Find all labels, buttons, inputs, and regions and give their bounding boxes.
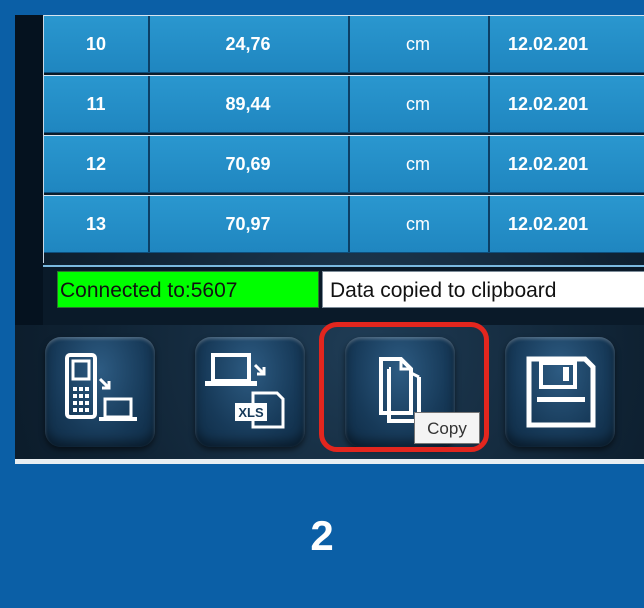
export-xls-button[interactable]: XLS — [195, 337, 305, 447]
row-unit: cm — [348, 16, 490, 72]
step-number: 2 — [310, 512, 334, 559]
row-value: 70,69 — [148, 136, 350, 192]
table-row[interactable]: 13 70,97 cm 12.02.201 — [44, 195, 644, 253]
row-unit: cm — [348, 136, 490, 192]
row-value: 70,97 — [148, 196, 350, 252]
connection-status: Connected to:5607 — [57, 271, 319, 308]
device-to-laptop-icon — [65, 353, 137, 421]
svg-text:XLS: XLS — [238, 405, 264, 420]
row-date: 12.02.201 — [508, 214, 589, 234]
copy-tooltip: Copy — [414, 412, 480, 444]
measurement-table: 10 24,76 cm 12.02.201 11 89,44 cm 12.02.… — [43, 15, 644, 263]
table-row[interactable]: 12 70,69 cm 12.02.201 — [44, 135, 644, 193]
row-date: 12.02.201 — [508, 94, 589, 114]
save-icon — [526, 356, 596, 428]
row-id: 13 — [44, 196, 150, 252]
row-value: 24,76 — [148, 16, 350, 72]
table-row[interactable]: 11 89,44 cm 12.02.201 — [44, 75, 644, 133]
status-bar: Connected to:5607 Data copied to clipboa… — [43, 265, 644, 325]
row-value: 89,44 — [148, 76, 350, 132]
table-row[interactable]: 10 24,76 cm 12.02.201 — [44, 15, 644, 73]
row-date: 12.02.201 — [508, 34, 589, 54]
row-date: 12.02.201 — [508, 154, 589, 174]
row-unit: cm — [348, 196, 490, 252]
laptop-to-xls-icon: XLS — [205, 353, 285, 429]
row-id: 11 — [44, 76, 150, 132]
save-button[interactable] — [505, 337, 615, 447]
row-unit: cm — [348, 76, 490, 132]
row-id: 10 — [44, 16, 150, 72]
transfer-to-pc-button[interactable] — [45, 337, 155, 447]
row-id: 12 — [44, 136, 150, 192]
left-strip — [15, 15, 43, 325]
status-message: Data copied to clipboard — [322, 271, 644, 308]
